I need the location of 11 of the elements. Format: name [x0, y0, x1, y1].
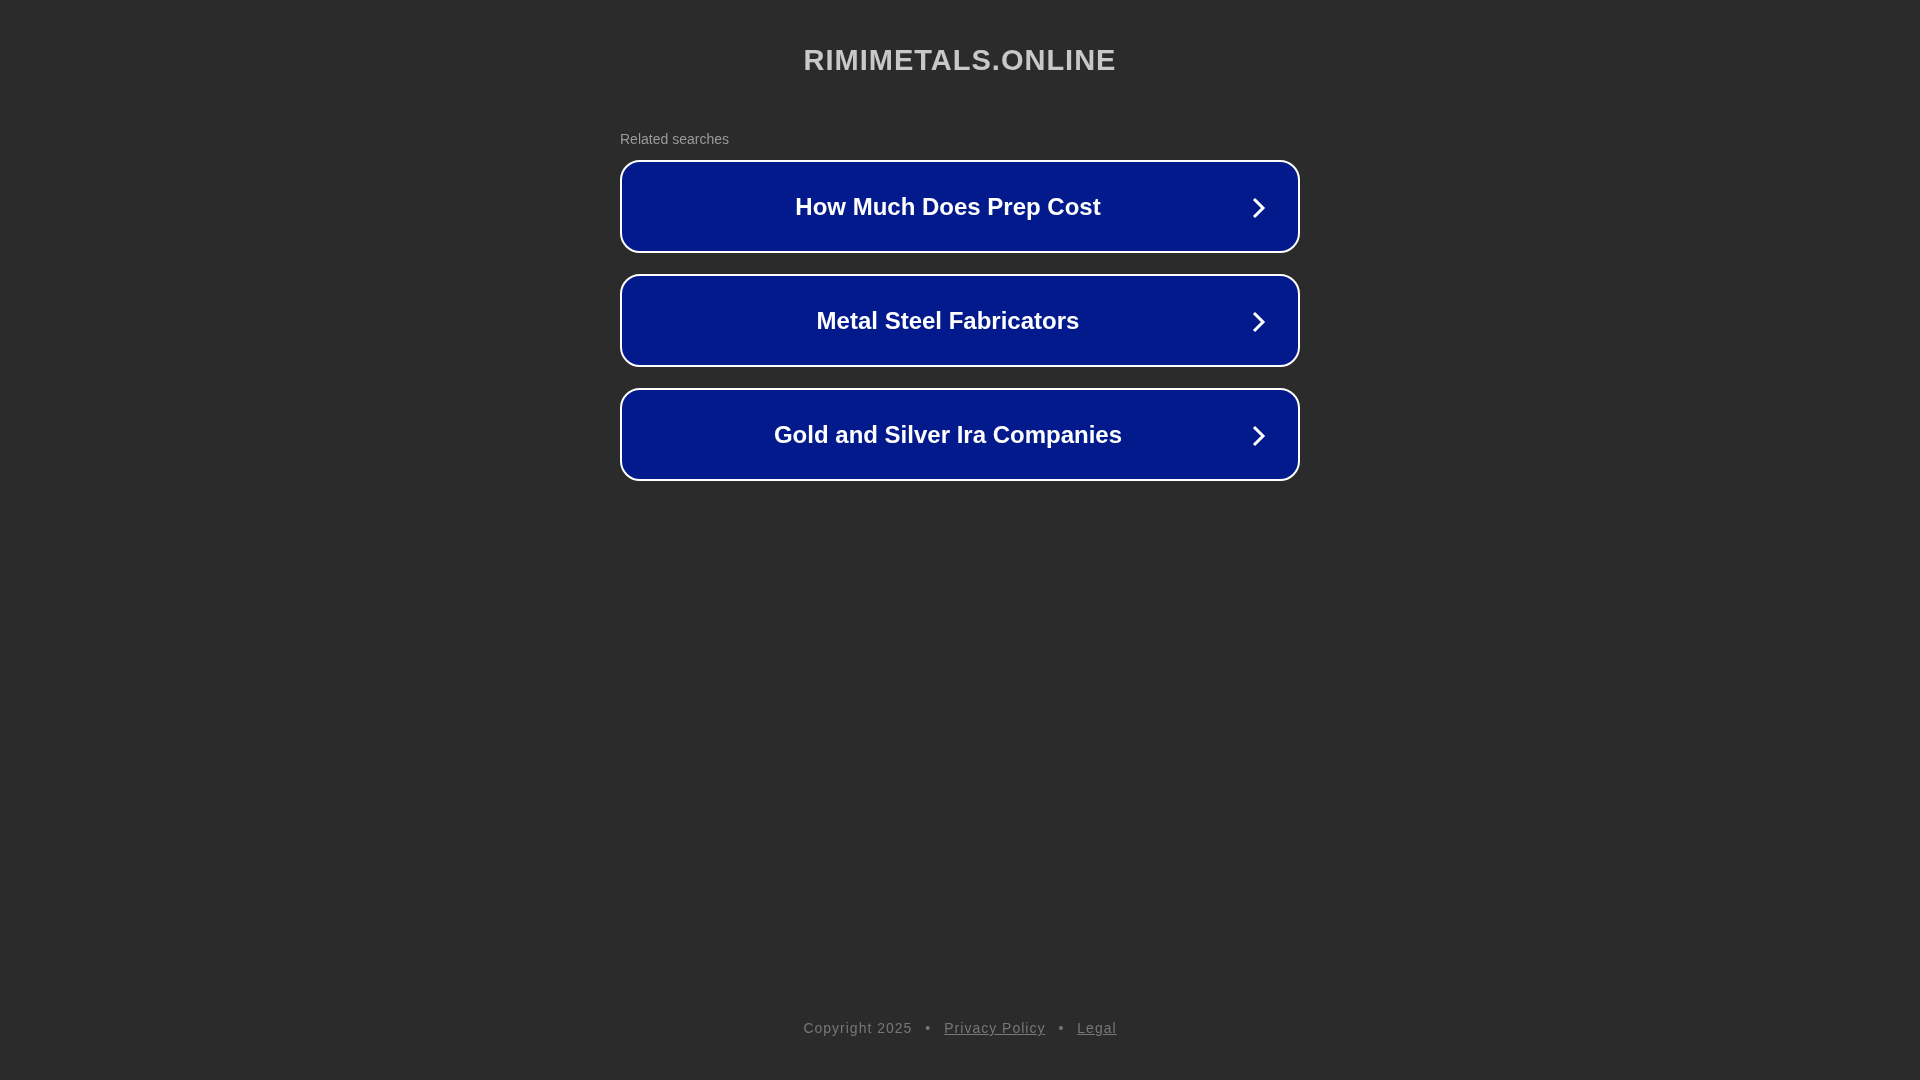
search-link-button[interactable]: Metal Steel Fabricators	[620, 274, 1300, 367]
chevron-right-icon	[1252, 311, 1266, 333]
separator-dot: •	[1058, 1020, 1065, 1036]
search-link-button[interactable]: Gold and Silver Ira Companies	[620, 388, 1300, 481]
search-link-button[interactable]: How Much Does Prep Cost	[620, 160, 1300, 253]
chevron-right-icon	[1252, 197, 1266, 219]
separator-dot: •	[925, 1020, 932, 1036]
chevron-right-icon	[1252, 425, 1266, 447]
site-title: RIMIMETALS.ONLINE	[803, 44, 1117, 77]
related-searches-heading: Related searches	[620, 131, 730, 147]
copyright-text: Copyright 2025	[803, 1020, 913, 1036]
